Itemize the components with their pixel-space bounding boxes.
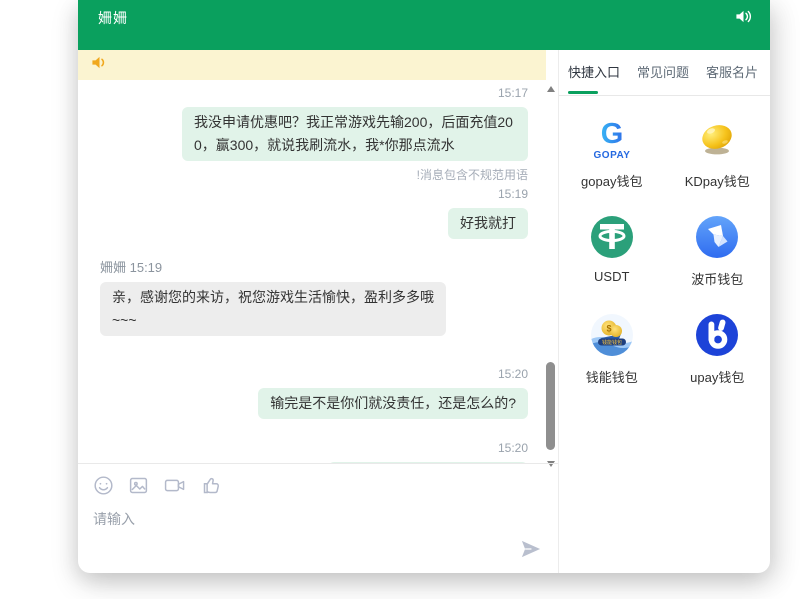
agent-name: 姍姍 bbox=[98, 8, 128, 28]
agent-message-label: 姍姍 15:19 bbox=[100, 257, 528, 276]
scroll-up-icon[interactable] bbox=[547, 86, 555, 92]
thumbs-up-icon[interactable] bbox=[201, 475, 222, 501]
notice-bar bbox=[78, 50, 546, 80]
wallet-grid: G GOPAY gopay钱包 bbox=[559, 96, 770, 386]
video-icon[interactable] bbox=[163, 475, 187, 501]
gopay-logo-icon: G GOPAY bbox=[589, 116, 635, 162]
chat-column: 15:17 我没申请优惠吧？我正常游戏先输200，后面充值200，赢300，就说… bbox=[78, 50, 558, 573]
bocoin-logo-icon bbox=[694, 214, 740, 260]
tab-faq[interactable]: 常见问题 bbox=[637, 64, 689, 82]
wallet-label: 钱能钱包 bbox=[586, 367, 638, 386]
svg-text:GOPAY: GOPAY bbox=[593, 150, 630, 161]
chat-widget: 姍姍 bbox=[78, 0, 770, 573]
wallet-label: gopay钱包 bbox=[581, 171, 642, 190]
message-warning: !消息包含不规范用语 bbox=[100, 168, 528, 182]
kdpay-logo-icon bbox=[694, 116, 740, 162]
wallet-item-bocoin[interactable]: 波币钱包 bbox=[691, 214, 743, 288]
composer: 请输入 bbox=[78, 463, 558, 573]
message-input[interactable]: 请输入 bbox=[93, 509, 542, 529]
send-icon[interactable] bbox=[520, 539, 542, 564]
visitor-message: 我没申请优惠吧？我正常游戏先输200，后面充值200，赢300，就说我刷流水，我… bbox=[182, 107, 528, 161]
chat-scrollbar[interactable] bbox=[545, 86, 557, 467]
sidebar: 快捷入口 常见问题 客服名片 G GOPAY bbox=[558, 50, 770, 573]
sidebar-tabs: 快捷入口 常见问题 客服名片 bbox=[559, 50, 770, 96]
scrollbar-thumb[interactable] bbox=[546, 362, 555, 450]
svg-text:钱能钱包: 钱能钱包 bbox=[602, 339, 622, 346]
svg-text:$: $ bbox=[606, 324, 611, 334]
timestamp: 15:20 bbox=[100, 367, 528, 381]
usdt-logo-icon bbox=[589, 214, 635, 260]
page: 姍姍 bbox=[0, 0, 807, 599]
wallet-item-qianneng[interactable]: $ 钱能钱包 钱能钱包 bbox=[586, 312, 638, 386]
timestamp: 15:19 bbox=[100, 187, 528, 201]
notice-speaker-icon bbox=[91, 55, 108, 75]
tab-quick-entry[interactable]: 快捷入口 bbox=[568, 64, 620, 82]
wallet-label: KDpay钱包 bbox=[685, 171, 750, 190]
tab-agent-card[interactable]: 客服名片 bbox=[706, 64, 758, 82]
svg-text:G: G bbox=[600, 118, 623, 150]
timestamp: 15:20 bbox=[100, 441, 528, 455]
speaker-icon[interactable] bbox=[735, 9, 752, 29]
visitor-message: 好我就打 bbox=[448, 208, 528, 239]
upay-logo-icon bbox=[694, 312, 740, 358]
wallet-label: USDT bbox=[594, 269, 629, 284]
chat-header: 姍姍 bbox=[78, 0, 770, 50]
wallet-item-usdt[interactable]: USDT bbox=[589, 214, 635, 288]
wallet-item-gopay[interactable]: G GOPAY gopay钱包 bbox=[581, 116, 642, 190]
image-icon[interactable] bbox=[128, 475, 149, 501]
visitor-message: 输完是不是你们就没责任，还是怎么的? bbox=[258, 388, 528, 419]
wallet-item-upay[interactable]: upay钱包 bbox=[690, 312, 744, 386]
qianneng-logo-icon: $ 钱能钱包 bbox=[589, 312, 635, 358]
timestamp: 15:17 bbox=[100, 86, 528, 100]
agent-message: 亲，感谢您的来访，祝您游戏生活愉快，盈利多多哦~~~ bbox=[100, 282, 446, 336]
wallet-label: 波币钱包 bbox=[691, 269, 743, 288]
message-list: 15:17 我没申请优惠吧？我正常游戏先输200，后面充值200，赢300，就说… bbox=[78, 80, 558, 463]
wallet-label: upay钱包 bbox=[690, 367, 744, 386]
wallet-item-kdpay[interactable]: KDpay钱包 bbox=[685, 116, 750, 190]
emoji-icon[interactable] bbox=[93, 475, 114, 501]
